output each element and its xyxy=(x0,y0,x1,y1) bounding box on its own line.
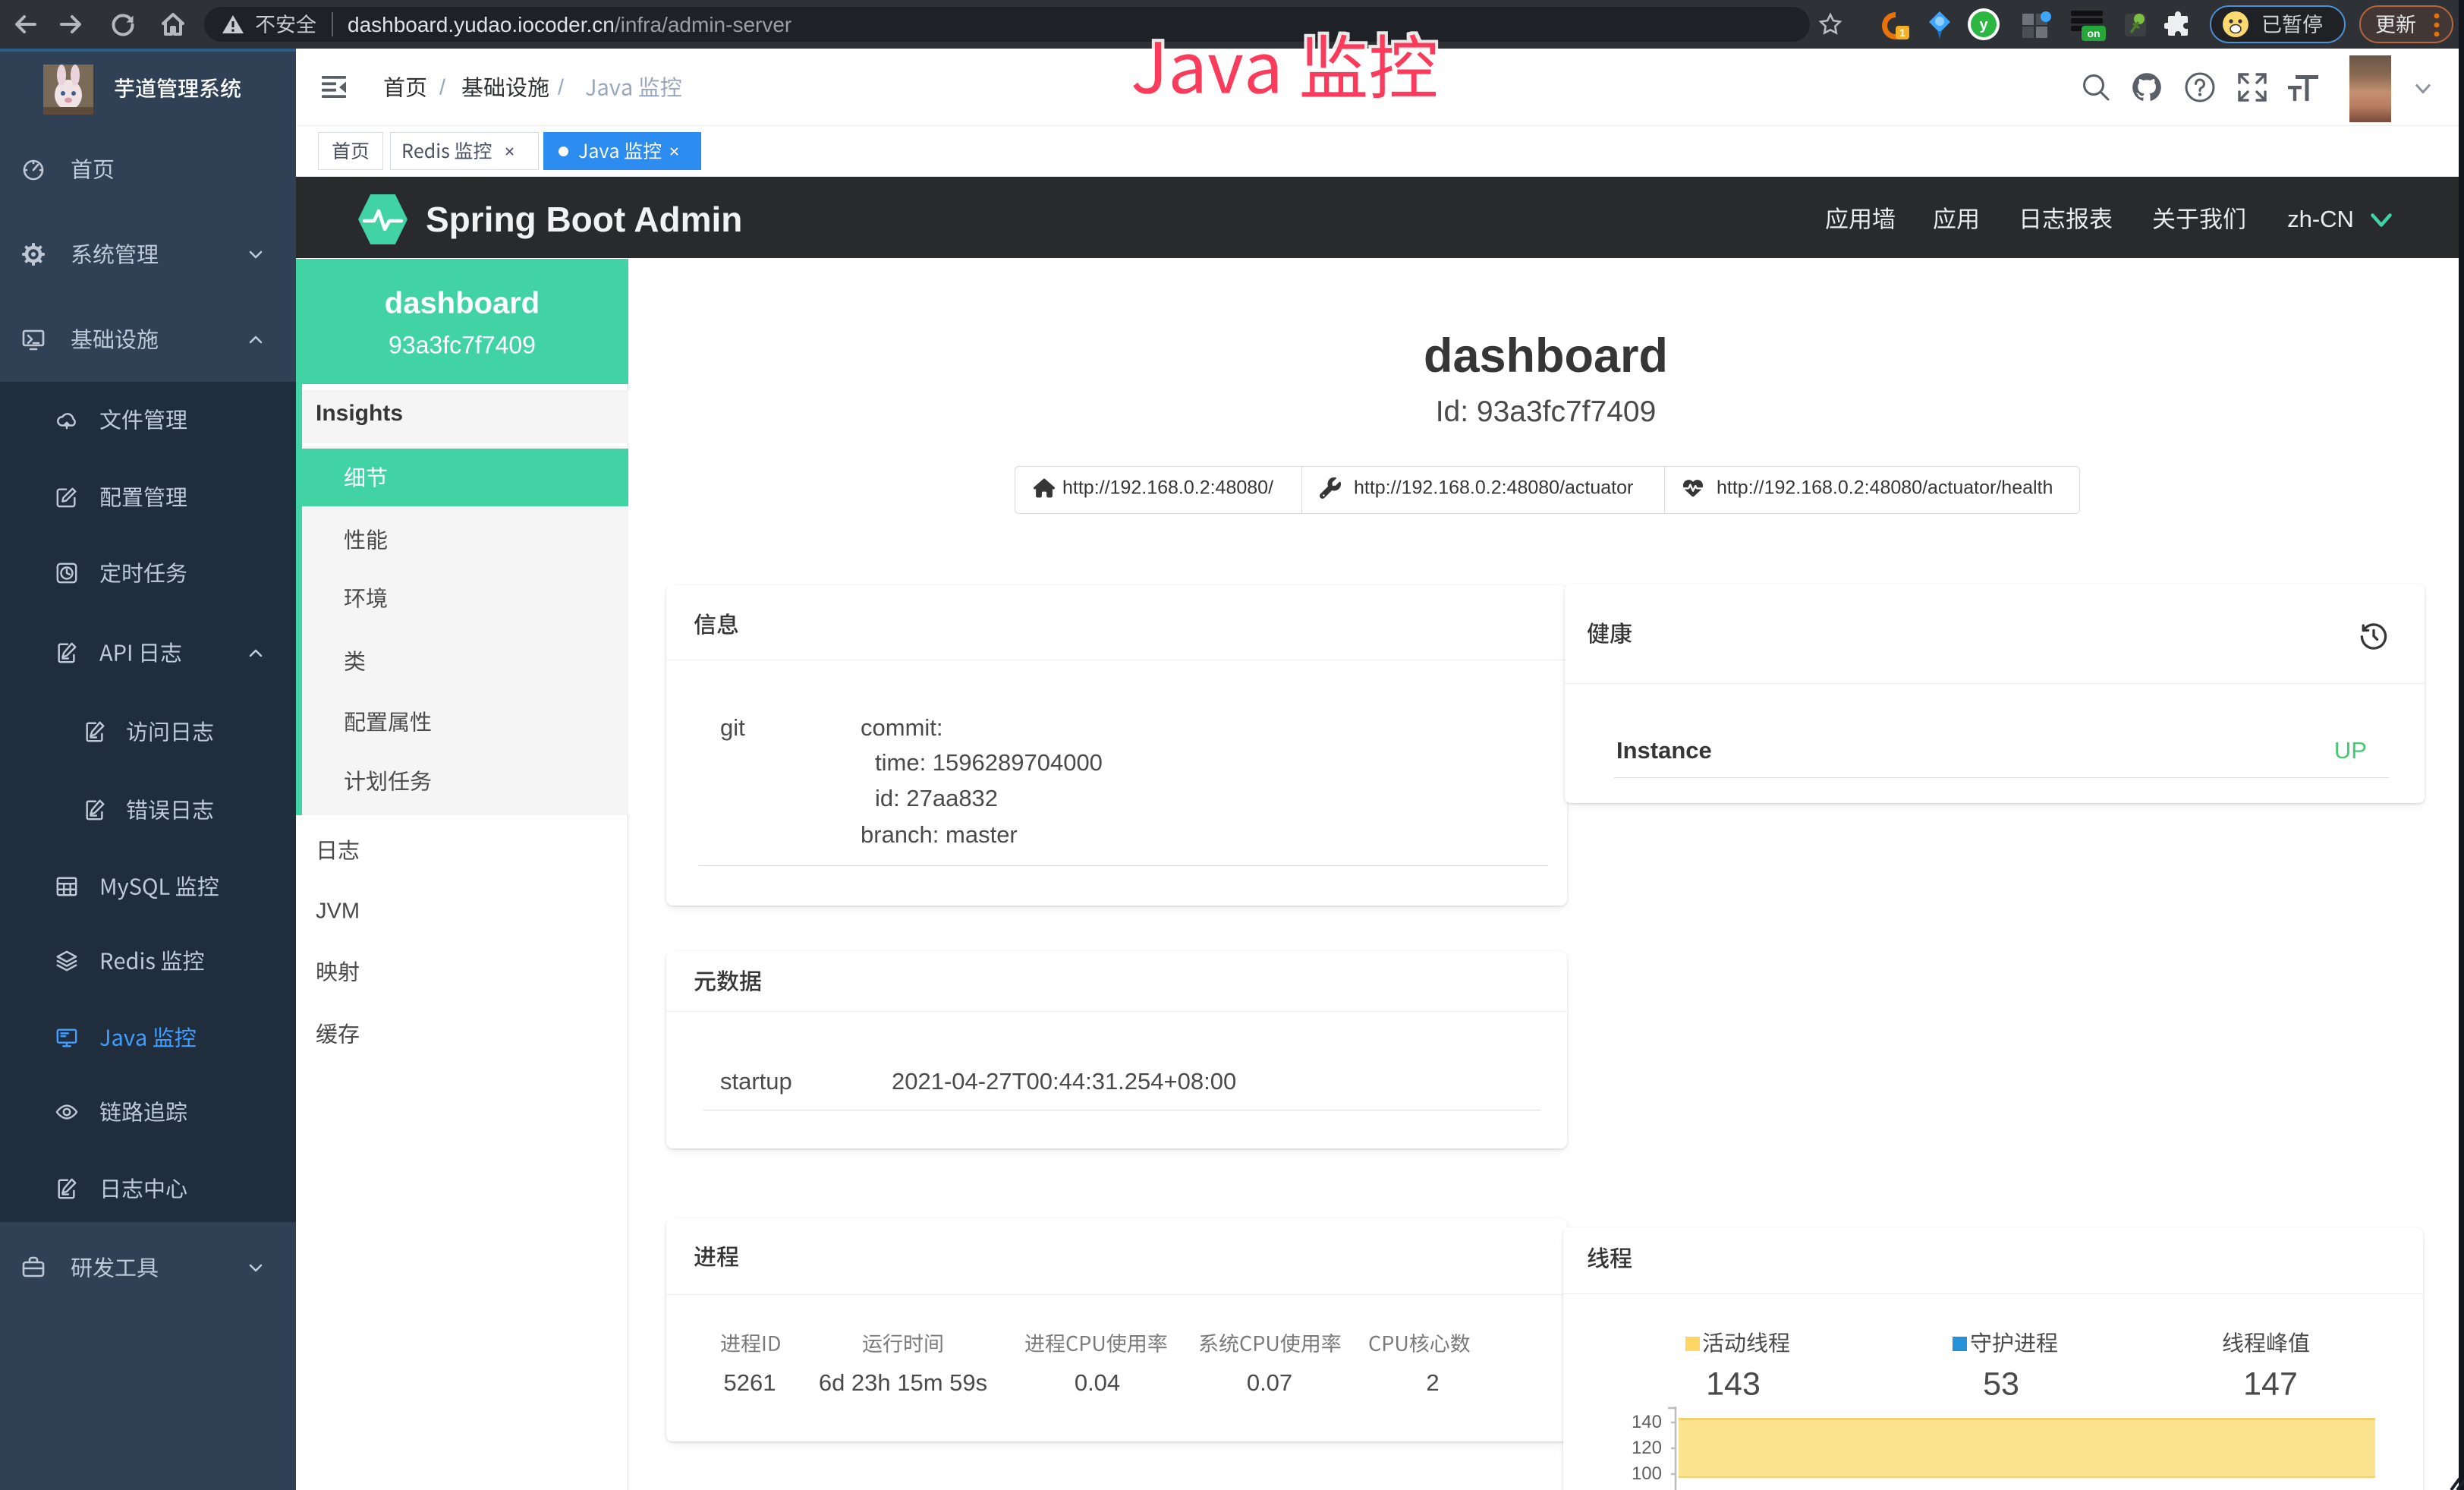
svg-text:1: 1 xyxy=(1899,27,1905,39)
svg-text:on: on xyxy=(2087,27,2100,39)
svg-text:y: y xyxy=(1979,17,1988,33)
